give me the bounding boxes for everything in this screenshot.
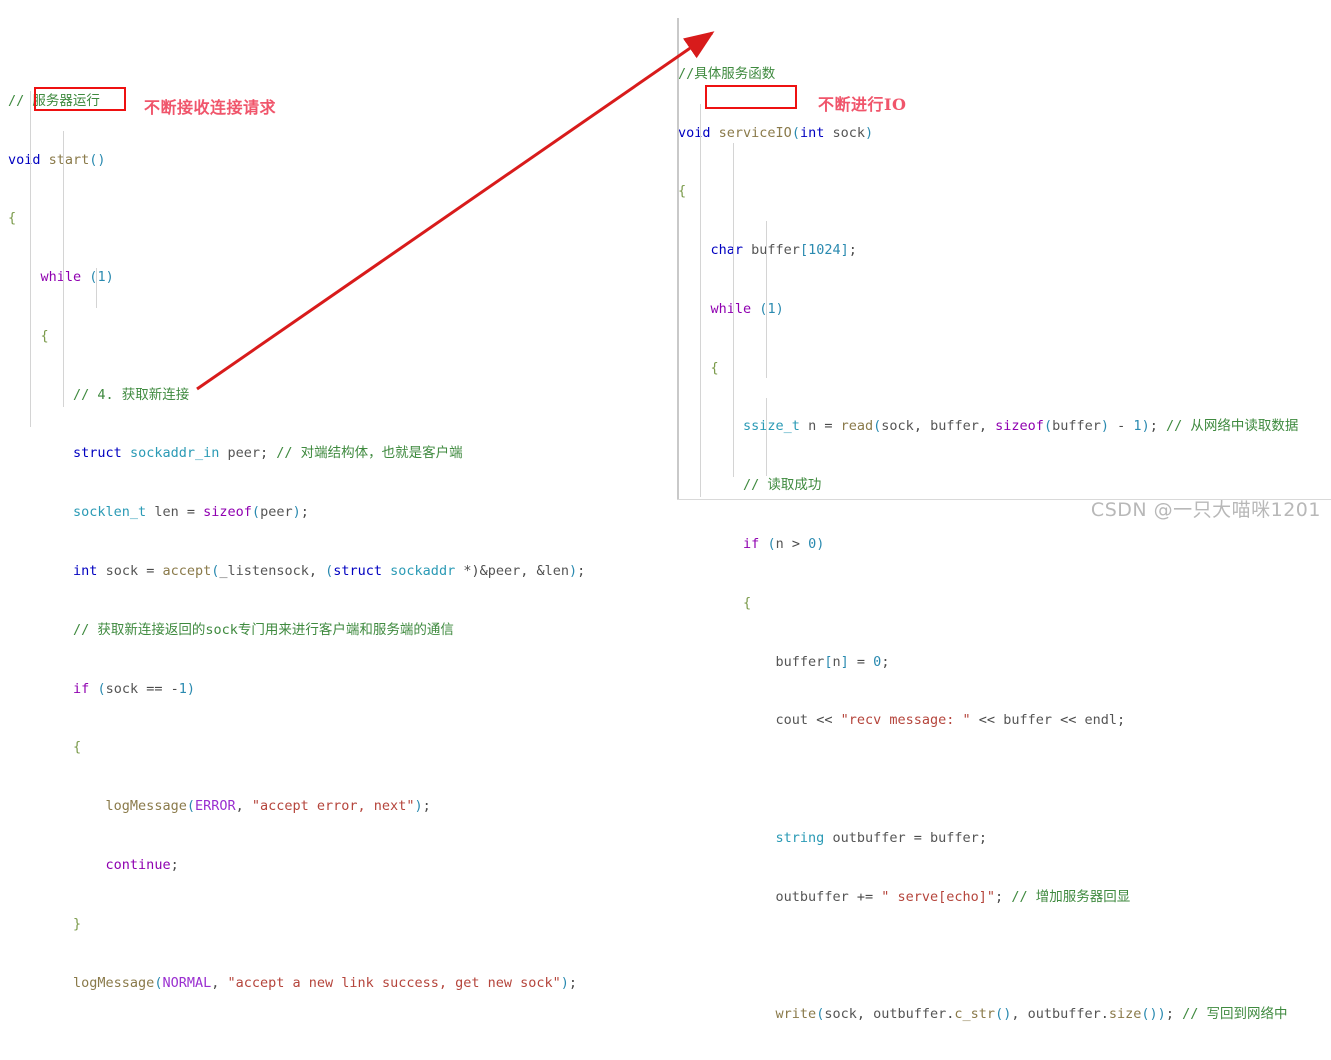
annotation-right-note: 不断进行IO	[818, 95, 907, 114]
code-line: logMessage(NORMAL, "accept a new link su…	[73, 974, 578, 991]
code-line: struct sockaddr_in peer; // 对端结构体，也就是客户端	[73, 445, 463, 462]
code-line: socklen_t len = sizeof(peer);	[73, 504, 309, 521]
code-line: char buffer[1024];	[710, 242, 857, 259]
code-line: continue;	[105, 856, 179, 873]
code-line: // 4. 获取新连接	[73, 386, 190, 403]
indent-guide	[766, 398, 767, 476]
code-line: cout << "recv message: " << buffer << en…	[775, 712, 1126, 729]
indent-guide	[700, 104, 701, 497]
csdn-watermark: CSDN @一只大喵咪1201	[1090, 499, 1321, 521]
code-line: buffer[n] = 0;	[775, 653, 890, 670]
code-line: // 服务器运行	[8, 92, 100, 109]
code-line: while (1)	[710, 300, 784, 317]
code-line: ssize_t n = read(sock, buffer, sizeof(bu…	[743, 418, 1299, 435]
code-line: {	[8, 210, 17, 227]
code-line: {	[743, 594, 752, 611]
code-line: outbuffer += " serve[echo]"; // 增加服务器回显	[775, 888, 1131, 905]
code-line: // 读取成功	[743, 477, 822, 494]
panel-divider-rule	[677, 18, 679, 499]
code-line: logMessage(ERROR, "accept error, next");	[105, 798, 431, 815]
code-line: // 获取新连接返回的sock专门用来进行客户端和服务端的通信	[73, 621, 454, 638]
code-line: {	[73, 739, 82, 756]
code-block-left: // 服务器运行 void start() { while (1) { // 4…	[8, 33, 585, 1060]
annotation-left-note: 不断接收连接请求	[144, 98, 277, 117]
code-line: write(sock, outbuffer.c_str(), outbuffer…	[775, 1006, 1288, 1023]
indent-guide	[766, 221, 767, 378]
code-line: {	[710, 359, 719, 376]
code-line: if (sock == -1)	[73, 680, 196, 697]
indent-guide	[733, 143, 734, 477]
code-line: while (1)	[40, 269, 114, 286]
code-line: }	[73, 915, 82, 932]
code-line: {	[678, 183, 687, 200]
code-line: {	[40, 327, 49, 344]
indent-guide	[96, 268, 97, 308]
code-line: if (n > 0)	[743, 536, 825, 553]
indent-guide	[63, 131, 64, 407]
indent-guide	[30, 91, 31, 427]
code-block-right: //具体服务函数 void serviceIO(int sock) { char…	[678, 6, 1298, 1060]
code-line: //具体服务函数	[678, 65, 776, 82]
code-line: void serviceIO(int sock)	[678, 124, 874, 141]
code-line: string outbuffer = buffer;	[775, 829, 987, 846]
code-line: void start()	[8, 151, 106, 168]
code-line: int sock = accept(_listensock, (struct s…	[73, 563, 586, 580]
